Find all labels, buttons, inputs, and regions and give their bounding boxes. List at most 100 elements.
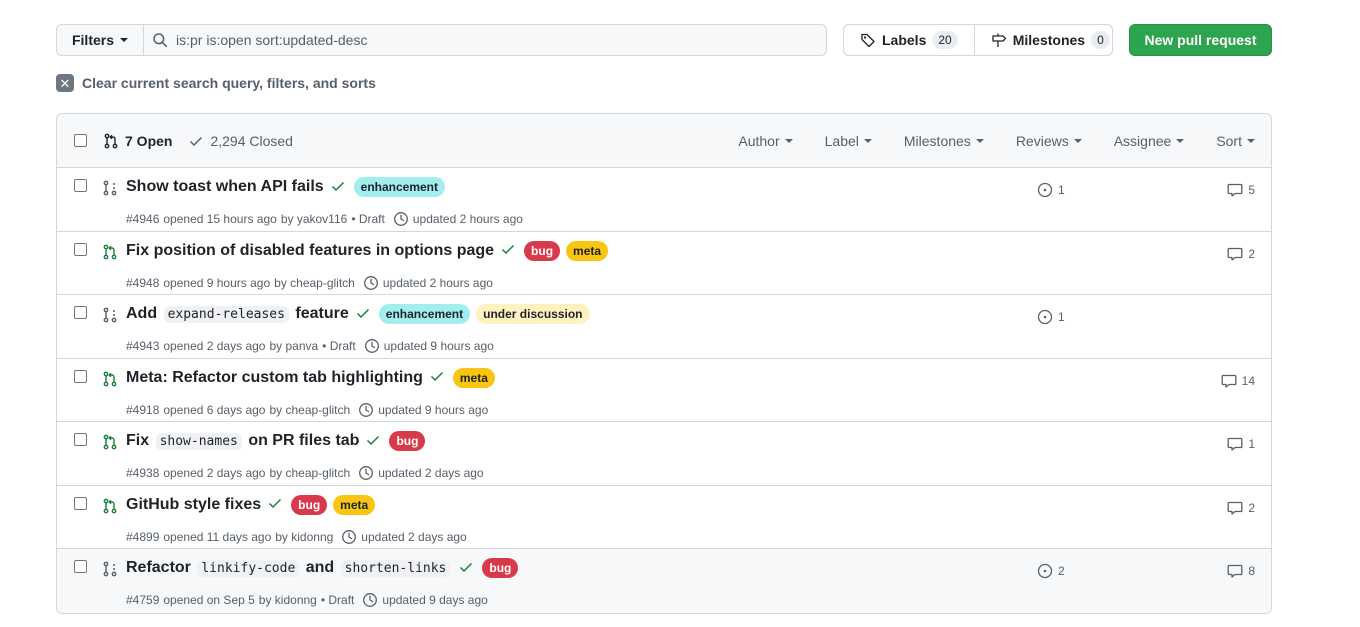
new-pull-request-button[interactable]: New pull request [1129, 24, 1272, 56]
header-filter-label: Sort [1216, 133, 1242, 149]
header-filter-assignee[interactable]: Assignee [1114, 133, 1185, 149]
milestones-button[interactable]: Milestones 0 [973, 25, 1126, 55]
closed-filter[interactable]: 2,294 Closed [188, 133, 293, 149]
label-bug[interactable]: bug [524, 240, 561, 261]
title-text-segment: feature [295, 305, 349, 322]
linked-issues-count: 1 [1058, 183, 1065, 197]
label-bug[interactable]: bug [291, 494, 328, 515]
checks-passed-icon-wrap[interactable] [458, 559, 474, 578]
caret-down-icon [1247, 139, 1255, 143]
pull-request-title-link[interactable]: Meta: Refactor custom tab highlighting [126, 369, 423, 387]
pull-request-number: #4948 [126, 275, 160, 290]
clock-icon-wrap [358, 402, 374, 418]
clock-icon [342, 529, 357, 544]
label-enhancement[interactable]: enhancement [353, 177, 446, 197]
comments-link[interactable]: 5 [1227, 182, 1255, 198]
label-bug[interactable]: bug [482, 558, 519, 578]
pull-request-title-link[interactable]: GitHub style fixes [126, 496, 261, 514]
open-pull-request-icon-wrap [102, 244, 118, 263]
pull-request-number: #4943 [126, 339, 160, 353]
label-enhancement[interactable]: enhancement [378, 304, 471, 324]
open-pull-request-icon [103, 498, 117, 513]
pull-request-number: #4938 [126, 466, 160, 480]
checks-passed-icon-wrap[interactable] [355, 305, 371, 324]
linked-issues-count: 2 [1058, 564, 1065, 578]
filters-dropdown-button[interactable]: Filters [57, 25, 144, 55]
author-link[interactable]: by panva [269, 339, 318, 353]
header-filter-label[interactable]: Label [825, 133, 872, 149]
label-meta[interactable]: meta [452, 367, 495, 388]
comments-link[interactable]: 8 [1227, 563, 1255, 579]
linked-issues-link[interactable]: 1 [1037, 182, 1065, 198]
pull-request-row: GitHub style fixes bug meta #4899 opened 11 … [57, 486, 1271, 549]
header-filter-label: Reviews [1015, 133, 1069, 149]
row-checkbox[interactable] [74, 369, 87, 383]
author-link[interactable]: by kidonng [275, 530, 333, 544]
checks-passed-icon [502, 244, 515, 255]
checks-passed-icon-wrap[interactable] [267, 495, 283, 514]
pull-request-title-link[interactable]: Add expand-releases feature [126, 305, 349, 323]
updated-time: updated 2 days ago [378, 466, 484, 480]
label-meta[interactable]: meta [566, 240, 609, 261]
pull-request-title-link[interactable]: Show toast when API fails [126, 178, 324, 196]
issue-opened-icon [1037, 563, 1053, 579]
select-all-checkbox[interactable] [74, 134, 87, 147]
row-checkbox[interactable] [74, 179, 87, 192]
comments-link[interactable]: 2 [1227, 246, 1255, 262]
author-link[interactable]: by cheap-glitch [274, 276, 355, 290]
row-checkbox[interactable] [74, 433, 87, 446]
comment-icon [1227, 564, 1243, 578]
label-bug[interactable]: bug [389, 431, 426, 451]
row-checkbox[interactable] [74, 496, 87, 510]
linked-issues-link[interactable]: 1 [1037, 309, 1065, 325]
pull-request-title-link[interactable]: Refactor linkify-code and shorten-links [126, 559, 452, 577]
author-link[interactable]: by cheap-glitch [269, 403, 350, 417]
linked-issues-link[interactable]: 2 [1037, 563, 1065, 579]
comments-link[interactable]: 1 [1227, 436, 1255, 452]
row-checkbox[interactable] [74, 560, 87, 573]
clock-icon [359, 402, 374, 417]
header-filter-sort[interactable]: Sort [1216, 133, 1255, 149]
header-filter-author[interactable]: Author [738, 133, 793, 149]
checks-passed-icon-wrap[interactable] [429, 368, 445, 387]
draft-pull-request-icon-wrap [102, 561, 118, 580]
label-under-discussion[interactable]: under discussion [476, 304, 590, 324]
clock-icon [359, 466, 374, 480]
opened-time: opened 6 days ago [163, 402, 266, 417]
checks-passed-icon-wrap[interactable] [330, 178, 346, 197]
pull-request-title-link[interactable]: Fix show-names on PR files tab [126, 432, 359, 450]
label-meta[interactable]: meta [333, 494, 376, 515]
draft-pull-request-icon [103, 180, 117, 196]
comments-count: 5 [1248, 183, 1255, 197]
checks-passed-icon-wrap[interactable] [365, 432, 381, 451]
comments-link[interactable]: 14 [1221, 373, 1255, 389]
clock-icon-wrap [341, 529, 357, 545]
header-filter-milestones[interactable]: Milestones [904, 133, 984, 149]
pull-request-meta: #4946 opened 15 hours ago by yakov116 • Dra… [126, 211, 523, 227]
checks-passed-icon-wrap[interactable] [500, 241, 516, 260]
opened-time: opened 2 days ago [163, 466, 266, 480]
clear-query-link[interactable]: ✕ Clear current search query, filters, a… [56, 74, 376, 92]
clock-icon [364, 339, 379, 353]
pull-request-title-link[interactable]: Fix position of disabled features in opt… [126, 242, 494, 260]
draft-badge: • Draft [351, 212, 385, 226]
open-filter[interactable]: 7 Open [103, 133, 172, 149]
author-link[interactable]: by cheap-glitch [269, 466, 350, 480]
header-filter-reviews[interactable]: Reviews [1016, 133, 1082, 149]
labels-button[interactable]: Labels 20 [844, 25, 974, 55]
search-input[interactable] [176, 32, 776, 48]
row-checkbox[interactable] [74, 242, 87, 256]
header-filter-label: Label [824, 133, 859, 149]
open-count-label: 7 Open [125, 133, 173, 149]
issue-opened-icon [1037, 182, 1053, 198]
labels-label: Labels [882, 32, 927, 48]
author-link[interactable]: by yakov116 [281, 212, 348, 226]
title-text-segment: Fix [126, 432, 150, 449]
row-checkbox[interactable] [74, 306, 87, 319]
comment-icon [1227, 501, 1243, 515]
draft-pull-request-icon [103, 561, 117, 577]
title-code-snippet: shorten-links [340, 560, 451, 577]
author-link[interactable]: by kidonng [259, 593, 317, 607]
caret-down-icon [975, 139, 984, 143]
comments-link[interactable]: 2 [1227, 500, 1255, 516]
